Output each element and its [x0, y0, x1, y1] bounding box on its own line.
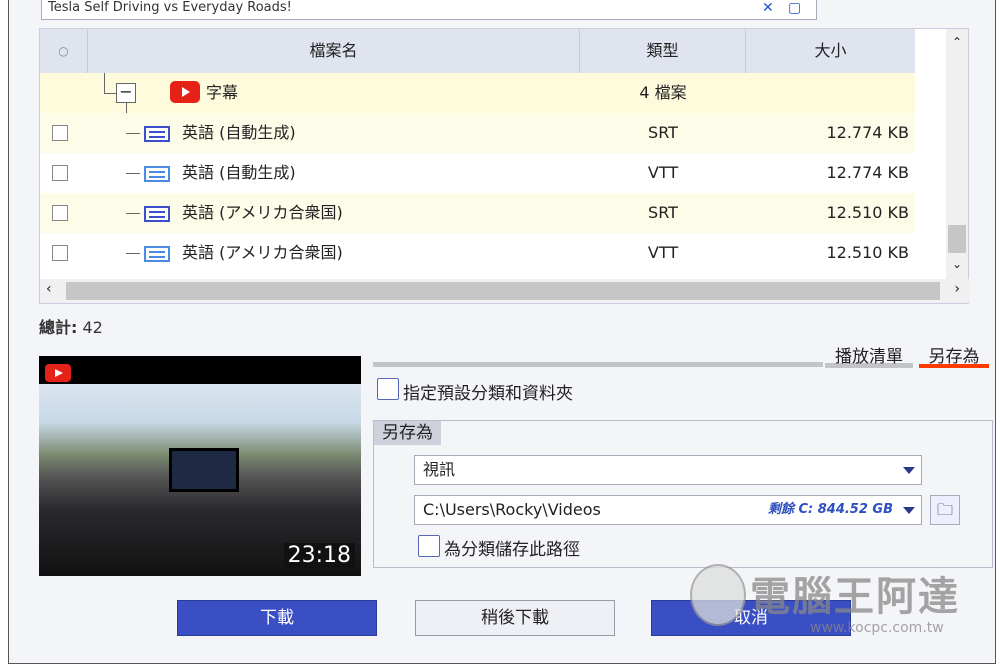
- subtitle-icon: [144, 246, 170, 262]
- car-screen: [169, 448, 239, 492]
- header-type[interactable]: 類型: [580, 29, 746, 73]
- watermark: 電腦王阿達 www.kocpc.com.tw: [690, 556, 980, 646]
- group-count: 4 檔案: [639, 83, 687, 102]
- dropdown-arrow-icon: [903, 507, 915, 514]
- group-row[interactable]: − 字幕 4 檔案: [40, 73, 915, 113]
- youtube-icon: [170, 81, 200, 103]
- table-header: ○ 檔案名 類型 大小: [40, 29, 915, 73]
- table-row[interactable]: 英語 (アメリカ合衆国) VTT 12.510 KB: [40, 233, 915, 273]
- youtube-logo-icon: [45, 364, 71, 382]
- hscroll-thumb[interactable]: [66, 282, 940, 300]
- subtitle-icon: [144, 206, 170, 222]
- group-name: 字幕: [206, 83, 239, 102]
- vertical-scrollbar[interactable]: ⌃ ⌄: [946, 29, 968, 281]
- save-as-group: 另存為 視訊 C:\Users\Rocky\Videos 剩餘 C: 844.5…: [373, 420, 993, 568]
- mascot-logo: [690, 564, 746, 626]
- folder-icon: 🗀: [936, 500, 953, 519]
- save-as-group-title: 另存為: [374, 421, 441, 445]
- category-select[interactable]: 視訊: [414, 455, 922, 485]
- scroll-thumb[interactable]: [948, 225, 966, 253]
- dropdown-arrow-icon: [903, 467, 915, 474]
- tab-save-as[interactable]: 另存為: [919, 342, 989, 368]
- row-checkbox[interactable]: [52, 245, 68, 261]
- copy-icon[interactable]: ▢: [788, 0, 801, 16]
- default-folder-label: 指定預設分類和資料夾: [403, 384, 573, 404]
- save-path-label: 為分類儲存此路徑: [444, 540, 580, 560]
- total-count: 總計: 42: [39, 318, 103, 337]
- tab-bar: 播放清單 另存為: [373, 342, 989, 368]
- collapse-toggle[interactable]: −: [116, 83, 136, 103]
- row-checkbox[interactable]: [52, 205, 68, 221]
- scroll-up-icon[interactable]: ⌃: [946, 35, 968, 49]
- browse-folder-button[interactable]: 🗀: [930, 495, 960, 525]
- download-button[interactable]: 下載: [177, 600, 377, 636]
- header-filename[interactable]: 檔案名: [88, 29, 580, 73]
- horizontal-scrollbar[interactable]: ‹ ›: [40, 279, 970, 303]
- clear-icon[interactable]: ✕: [762, 0, 774, 16]
- select-all-header[interactable]: ○: [40, 29, 88, 73]
- row-checkbox[interactable]: [52, 165, 68, 181]
- subtitle-icon: [144, 166, 170, 182]
- path-select[interactable]: C:\Users\Rocky\Videos 剩餘 C: 844.52 GB: [414, 495, 922, 525]
- file-table: ○ 檔案名 類型 大小 − 字幕 4 檔案 英語 (自動生成) SRT 12.774…: [39, 28, 970, 304]
- scroll-down-icon[interactable]: ⌄: [946, 257, 968, 271]
- scroll-right-icon[interactable]: ›: [954, 281, 960, 297]
- video-thumbnail: 23:18: [39, 356, 361, 576]
- table-row[interactable]: 英語 (自動生成) VTT 12.774 KB: [40, 153, 915, 193]
- subtitle-icon: [144, 126, 170, 142]
- default-folder-checkbox[interactable]: [377, 378, 399, 400]
- table-row[interactable]: 英語 (アメリカ合衆国) SRT 12.510 KB: [40, 193, 915, 233]
- download-later-button[interactable]: 稍後下載: [415, 600, 615, 636]
- header-size[interactable]: 大小: [746, 29, 915, 73]
- scroll-left-icon[interactable]: ‹: [46, 281, 52, 297]
- video-duration: 23:18: [283, 543, 355, 568]
- video-title-field[interactable]: Tesla Self Driving vs Everyday Roads! ✕ …: [41, 0, 817, 20]
- table-row[interactable]: 英語 (自動生成) SRT 12.774 KB: [40, 113, 915, 153]
- save-path-checkbox[interactable]: [418, 535, 440, 557]
- tab-playlist[interactable]: 播放清單: [825, 342, 913, 368]
- row-checkbox[interactable]: [52, 125, 68, 141]
- free-space: 剩餘 C: 844.52 GB: [767, 502, 893, 517]
